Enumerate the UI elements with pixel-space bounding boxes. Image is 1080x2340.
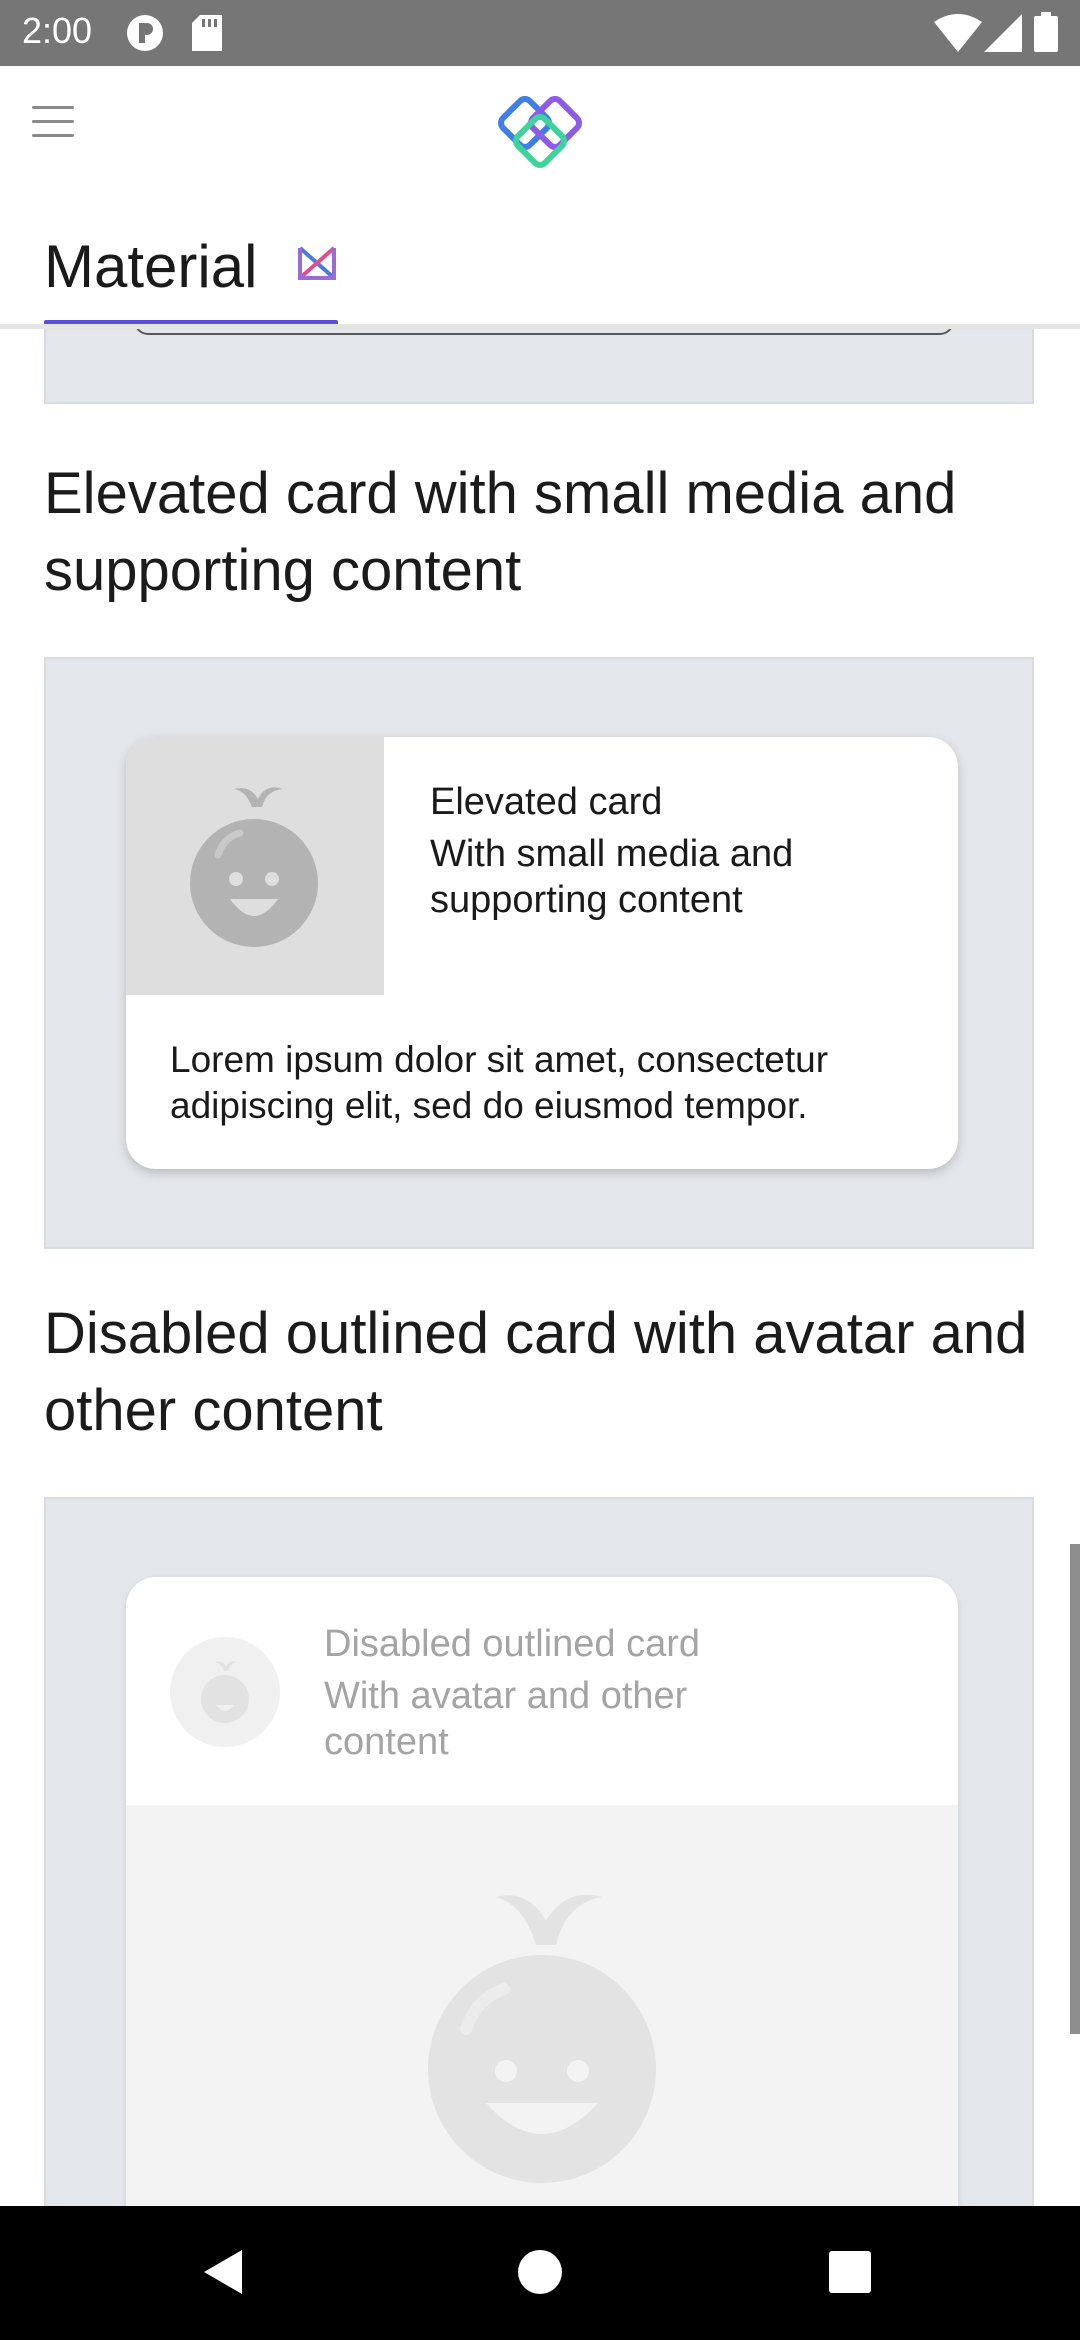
battery-icon <box>1034 12 1058 52</box>
sd-card-icon <box>192 15 222 51</box>
fruit-placeholder-icon <box>428 1894 656 2183</box>
scrollbar-thumb[interactable] <box>1070 1544 1080 2034</box>
content-area[interactable]: Elevated card with small media and suppo… <box>0 329 1080 2206</box>
status-time: 2:00 <box>22 10 93 51</box>
elevated-card[interactable]: Elevated card With small media and suppo… <box>126 737 958 1169</box>
avatar-fruit-icon <box>201 1661 249 1723</box>
avatar <box>170 1637 280 1747</box>
demo-area-elevated: Elevated card With small media and suppo… <box>44 657 1034 1249</box>
tab-label: Material <box>44 233 258 300</box>
previous-demo-area <box>44 329 1034 404</box>
previous-card-edge <box>134 329 954 335</box>
app-logo-icon[interactable] <box>496 88 584 176</box>
cast-icon <box>127 15 163 51</box>
section-title-disabled: Disabled outlined card with avatar and o… <box>44 1301 1028 1443</box>
back-icon[interactable] <box>196 2242 256 2302</box>
wifi-icon <box>934 14 982 52</box>
signal-icon <box>984 14 1022 52</box>
card-supporting-text: Lorem ipsum dolor sit amet, consectetur … <box>170 1039 829 1126</box>
small-media <box>126 737 384 995</box>
status-bar: 2:00 <box>0 0 1080 66</box>
recents-icon[interactable] <box>820 2242 880 2302</box>
material-icon <box>298 246 336 280</box>
card-title: Disabled outlined card <box>324 1623 701 1665</box>
home-icon[interactable] <box>510 2242 570 2302</box>
card-subtitle: With avatar and other content <box>324 1675 688 1763</box>
fruit-placeholder-icon <box>190 787 318 947</box>
system-navigation-bar <box>0 2206 1080 2340</box>
media-placeholder <box>126 1805 958 2206</box>
card-title: Elevated card <box>430 781 663 823</box>
disabled-outlined-card: Disabled outlined card With avatar and o… <box>126 1577 958 2206</box>
menu-icon[interactable] <box>32 106 74 138</box>
card-subtitle: With small media and supporting content <box>430 833 794 921</box>
section-title-elevated: Elevated card with small media and suppo… <box>44 461 957 603</box>
tab-material[interactable]: Material <box>44 218 338 326</box>
demo-area-disabled: Disabled outlined card With avatar and o… <box>44 1497 1034 2206</box>
